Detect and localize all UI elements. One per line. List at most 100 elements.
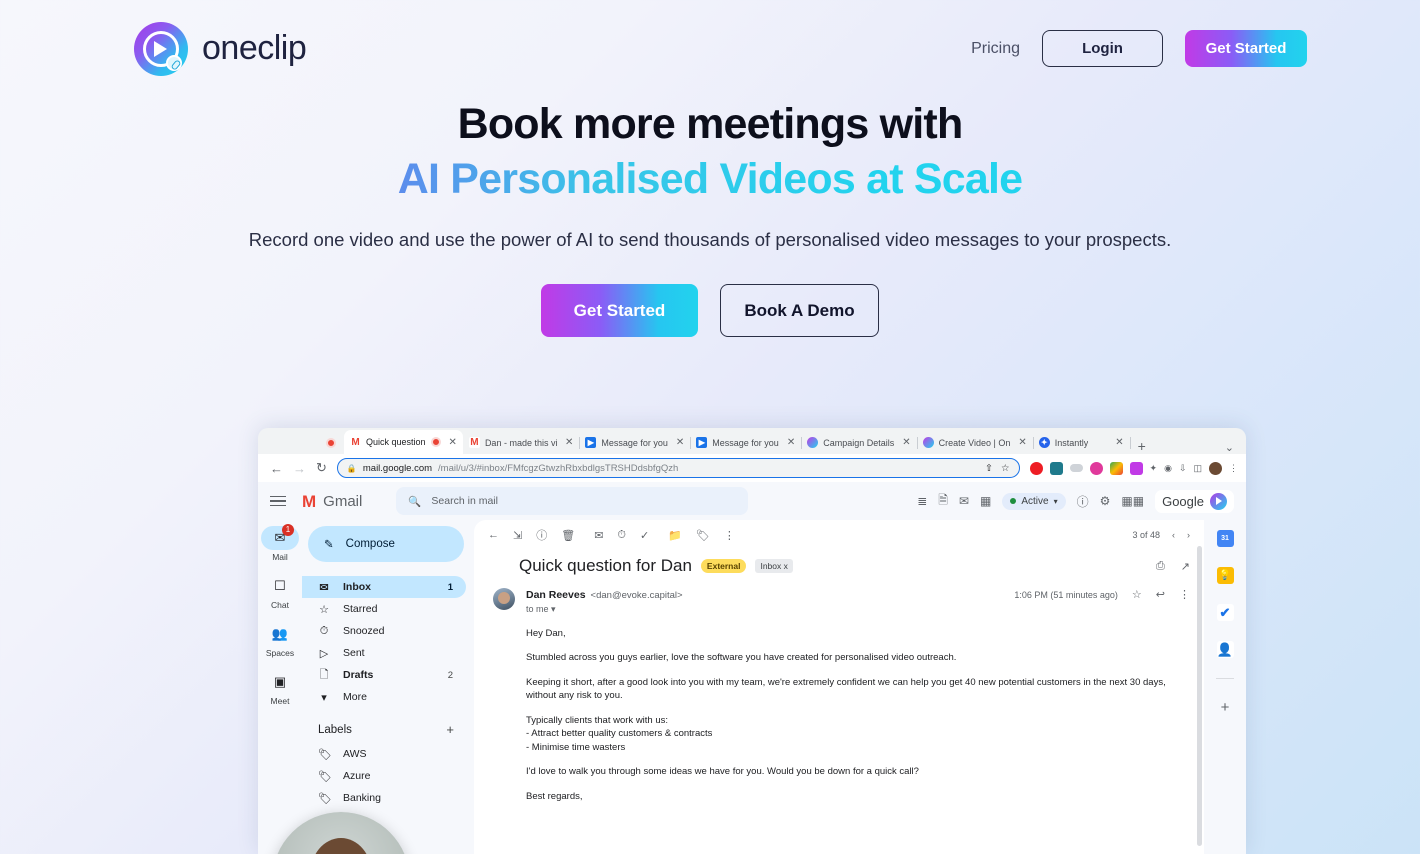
thread-scrollbar[interactable] — [1197, 546, 1202, 846]
next-email-icon[interactable]: › — [1187, 530, 1190, 540]
profile-avatar[interactable] — [1209, 461, 1222, 475]
rail-item-chat[interactable]: ☐ Chat — [260, 574, 300, 610]
circle-extension-icon[interactable]: ◉ — [1164, 463, 1172, 474]
browser-tab[interactable]: Campaign Details ✕ — [801, 431, 918, 454]
contacts-icon[interactable]: 👤 — [1216, 641, 1234, 658]
back-icon[interactable]: ← — [270, 461, 283, 476]
star-icon[interactable]: ☆ — [1132, 588, 1142, 601]
back-to-inbox-icon[interactable]: ← — [488, 529, 499, 541]
close-tab-icon[interactable]: ✕ — [565, 437, 573, 448]
folder-starred[interactable]: ☆ Starred — [302, 598, 466, 620]
google-account-chip[interactable]: Google — [1155, 489, 1234, 513]
rail-item-meet[interactable]: ▣ Meet — [260, 670, 300, 706]
help-icon[interactable]: ⓘ — [1077, 493, 1089, 510]
pill-extension-icon[interactable] — [1069, 464, 1083, 472]
forward-icon[interactable]: → — [293, 461, 306, 476]
browser-tab[interactable]: Create Video | On ✕ — [917, 431, 1034, 454]
rail-label: Chat — [271, 600, 289, 610]
bookmark-icon[interactable]: ☆ — [1001, 463, 1010, 474]
browser-tab[interactable]: ✦ Instantly ✕ — [1033, 431, 1131, 454]
gear-icon[interactable]: ⚙ — [1100, 494, 1111, 508]
folder-label: Starred — [343, 603, 378, 615]
main-menu-icon[interactable] — [270, 493, 286, 510]
archive-icon[interactable]: ⇲ — [513, 529, 522, 542]
close-tab-icon[interactable]: ✕ — [1018, 437, 1026, 448]
folder-sent[interactable]: ▷ Sent — [302, 642, 466, 664]
apps-grid-icon[interactable]: ▦▦ — [1121, 494, 1144, 508]
colorful-extension-icon[interactable] — [1109, 461, 1123, 475]
gmail-logo[interactable]: M Gmail — [302, 493, 362, 510]
label-icon[interactable]: 🏷 — [696, 529, 710, 542]
grammar-extension-icon[interactable] — [1049, 461, 1063, 475]
address-bar[interactable]: 🔒 mail.google.com /mail/u/3/#inbox/FMfcg… — [336, 458, 1020, 478]
close-tab-icon[interactable]: ✕ — [676, 437, 684, 448]
folder-drafts[interactable]: 🗋 Drafts 2 — [302, 664, 466, 686]
reply-icon[interactable]: ↩ — [1156, 588, 1165, 601]
prev-email-icon[interactable]: ‹ — [1172, 530, 1175, 540]
browser-tab[interactable]: M Quick question ✕ — [344, 430, 463, 454]
folder-snoozed[interactable]: ⏱ Snoozed — [302, 620, 466, 642]
more-icon[interactable]: ⋮ — [1179, 588, 1190, 601]
inbox-badge[interactable]: Inbox x — [755, 559, 793, 573]
search-options-icon[interactable]: ≣ — [917, 494, 927, 508]
close-tab-icon[interactable]: ✕ — [787, 437, 795, 448]
snooze-icon[interactable]: ⏱ — [617, 529, 626, 542]
close-tab-icon[interactable]: ✕ — [902, 437, 910, 448]
search-input[interactable]: 🔍 Search in mail — [396, 487, 749, 515]
add-label-button[interactable]: + — [446, 722, 454, 737]
puzzle-extension-icon[interactable]: ✦ — [1150, 463, 1158, 474]
calendar-icon[interactable]: 31 — [1216, 530, 1234, 547]
folder-inbox[interactable]: ✉ Inbox 1 — [302, 576, 466, 598]
tab-search-chevron-icon[interactable]: ⌄ — [1225, 441, 1246, 454]
tasks-icon[interactable]: ✔ — [1216, 604, 1234, 621]
browser-menu-icon[interactable]: ⋮ — [1229, 463, 1238, 474]
loom-extension-icon[interactable] — [1089, 461, 1103, 475]
recipient-line[interactable]: to me ▾ — [526, 604, 1190, 615]
browser-tab[interactable]: ▶ Message for you ✕ — [690, 431, 803, 454]
download-icon[interactable]: ⇩ — [1179, 463, 1187, 474]
book-a-demo-button[interactable]: Book A Demo — [720, 284, 879, 338]
compose-button[interactable]: ✎ Compose — [308, 526, 464, 562]
rail-item-mail[interactable]: ✉ 1 Mail — [260, 524, 300, 562]
get-started-button-hero[interactable]: Get Started — [541, 284, 698, 338]
mark-unread-icon[interactable]: ✉ — [594, 529, 603, 542]
reload-icon[interactable]: ↻ — [316, 460, 327, 476]
close-tab-icon[interactable]: ✕ — [1115, 437, 1123, 448]
print-icon[interactable]: ⎙ — [1156, 560, 1165, 573]
highlighter-extension-icon[interactable] — [1129, 461, 1143, 475]
report-spam-icon[interactable]: ⓘ — [536, 527, 547, 543]
popout-icon[interactable]: ↗ — [1181, 560, 1190, 573]
brand-logo[interactable]: oneclip — [134, 21, 307, 76]
keep-icon[interactable]: 💡 — [1216, 567, 1234, 584]
new-tab-button[interactable]: + — [1130, 438, 1154, 454]
share-icon[interactable]: ⇧ — [985, 463, 993, 474]
status-badge[interactable]: Active ▾ — [1002, 492, 1066, 510]
compose-label: Compose — [345, 538, 395, 550]
close-tab-icon[interactable]: ✕ — [449, 437, 457, 448]
label-azure[interactable]: 🏷 Azure — [302, 765, 466, 787]
add-addon-button[interactable]: + — [1221, 699, 1230, 716]
tab-title: Dan - made this vi — [484, 437, 557, 448]
opera-extension-icon[interactable] — [1029, 461, 1043, 475]
more-options-icon[interactable]: ⋮ — [724, 529, 735, 542]
delete-icon[interactable]: 🗑 — [561, 529, 575, 542]
move-to-icon[interactable]: 📁 — [668, 529, 682, 542]
tab-title: Campaign Details — [823, 437, 895, 448]
folder-more[interactable]: ▾ More — [302, 686, 466, 708]
envelope-icon[interactable]: ✉ — [959, 494, 969, 508]
side-panel-icon[interactable]: ◫ — [1193, 463, 1202, 474]
add-task-icon[interactable]: ✓ — [640, 529, 649, 542]
draft-icon: 🗋 — [319, 668, 329, 681]
get-started-button-nav[interactable]: Get Started — [1185, 30, 1307, 67]
document-icon[interactable]: 🗎 — [938, 491, 948, 512]
rail-item-spaces[interactable]: 👥 Spaces — [260, 622, 300, 658]
label-banking[interactable]: 🏷 Banking — [302, 787, 466, 809]
table-icon[interactable]: ▦ — [980, 494, 991, 508]
login-button[interactable]: Login — [1042, 30, 1163, 67]
clock-icon: ⏱ — [319, 624, 329, 637]
browser-tab[interactable]: M Dan - made this vi ✕ — [463, 431, 581, 454]
nav-link-pricing[interactable]: Pricing — [971, 40, 1020, 58]
search-icon: 🔍 — [408, 495, 422, 508]
browser-tab[interactable]: ▶ Message for you ✕ — [579, 431, 692, 454]
label-aws[interactable]: 🏷 AWS — [302, 743, 466, 765]
